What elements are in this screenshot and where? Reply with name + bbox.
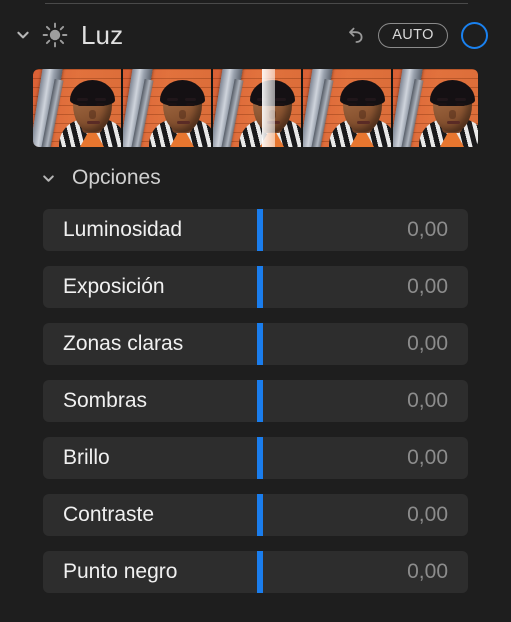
slider-label: Exposición bbox=[63, 275, 165, 298]
undo-arrow-icon[interactable] bbox=[336, 16, 378, 54]
slider-handle[interactable] bbox=[257, 380, 263, 422]
list-item[interactable] bbox=[303, 69, 391, 147]
options-label: Opciones bbox=[72, 166, 161, 189]
light-adjustment-panel: Luz AUTO Opciones Luminosidad 0,00 Expos… bbox=[0, 0, 511, 622]
slider-value[interactable]: 0,00 bbox=[407, 503, 448, 527]
slider-label: Sombras bbox=[63, 389, 148, 412]
adjustment-sliders-list: Luminosidad 0,00 Exposición 0,00 Zonas c… bbox=[43, 209, 468, 608]
slider-label: Luminosidad bbox=[63, 218, 183, 241]
list-item[interactable] bbox=[33, 69, 121, 147]
header-controls: AUTO bbox=[336, 16, 511, 54]
sun-icon bbox=[40, 20, 70, 50]
slider-exposicion[interactable]: Exposición 0,00 bbox=[43, 266, 468, 308]
slider-value[interactable]: 0,00 bbox=[407, 560, 448, 584]
slider-label: Zonas claras bbox=[63, 332, 184, 355]
slider-brillo[interactable]: Brillo 0,00 bbox=[43, 437, 468, 479]
chevron-down-icon[interactable] bbox=[8, 12, 38, 58]
slider-sombras[interactable]: Sombras 0,00 bbox=[43, 380, 468, 422]
light-section-header: Luz AUTO bbox=[0, 12, 511, 58]
slider-contraste[interactable]: Contraste 0,00 bbox=[43, 494, 468, 536]
chevron-down-icon[interactable] bbox=[33, 163, 63, 193]
slider-label: Brillo bbox=[63, 446, 110, 469]
slider-handle[interactable] bbox=[257, 437, 263, 479]
slider-value[interactable]: 0,00 bbox=[407, 275, 448, 299]
slider-handle[interactable] bbox=[257, 209, 263, 251]
slider-label: Contraste bbox=[63, 503, 155, 526]
panel-divider bbox=[45, 3, 468, 4]
slider-luminosidad[interactable]: Luminosidad 0,00 bbox=[43, 209, 468, 251]
slider-value[interactable]: 0,00 bbox=[407, 218, 448, 242]
slider-punto-negro[interactable]: Punto negro 0,00 bbox=[43, 551, 468, 593]
slider-handle[interactable] bbox=[257, 323, 263, 365]
auto-button[interactable]: AUTO bbox=[378, 22, 448, 48]
slider-handle[interactable] bbox=[257, 494, 263, 536]
circle-toggle-icon[interactable] bbox=[461, 21, 488, 49]
options-section-header[interactable]: Opciones bbox=[0, 160, 161, 196]
list-item[interactable] bbox=[393, 69, 478, 147]
slider-value[interactable]: 0,00 bbox=[407, 389, 448, 413]
slider-zonas-claras[interactable]: Zonas claras 0,00 bbox=[43, 323, 468, 365]
slider-handle[interactable] bbox=[257, 266, 263, 308]
slider-value[interactable]: 0,00 bbox=[407, 446, 448, 470]
list-item[interactable] bbox=[213, 69, 301, 147]
slider-handle[interactable] bbox=[257, 551, 263, 593]
light-preview-filmstrip[interactable] bbox=[33, 69, 478, 147]
slider-label: Punto negro bbox=[63, 560, 178, 583]
list-item[interactable] bbox=[123, 69, 211, 147]
slider-value[interactable]: 0,00 bbox=[407, 332, 448, 356]
page-title: Luz bbox=[81, 19, 124, 50]
